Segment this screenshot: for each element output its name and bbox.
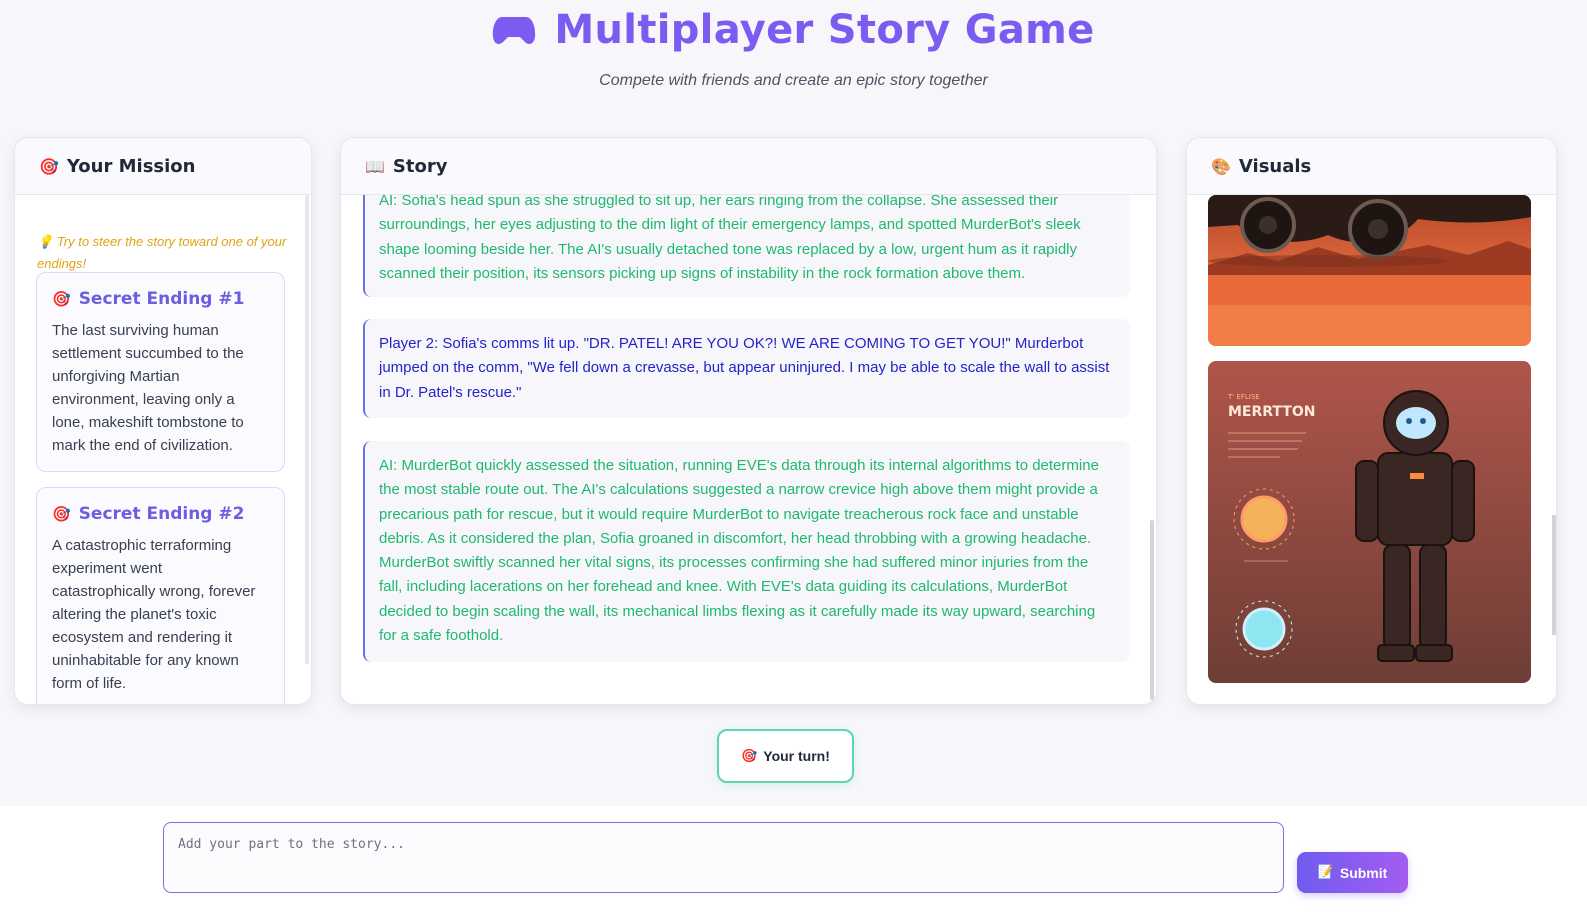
- story-entry-ai: AI: MurderBot quickly assessed the situa…: [363, 441, 1130, 662]
- turn-label: Your turn!: [763, 748, 830, 764]
- target-icon: 🎯: [52, 290, 71, 308]
- ending-text: The last surviving human settlement succ…: [52, 322, 244, 454]
- page-subtitle: Compete with friends and create an epic …: [599, 72, 988, 89]
- story-entry-text: Player 2: Sofia's comms lit up. "DR. PAT…: [379, 335, 1110, 401]
- memo-icon: 📝: [1317, 865, 1334, 880]
- robot-poster-image: MERRTTON T' EFLISE: [1208, 361, 1531, 683]
- poster-small-label: T' EFLISE: [1227, 393, 1260, 401]
- book-icon: 📖: [365, 156, 385, 176]
- poster-title: MERRTTON: [1228, 404, 1315, 420]
- visuals-heading: Visuals: [1238, 155, 1312, 177]
- story-input[interactable]: [163, 822, 1284, 893]
- story-heading: Story: [392, 155, 448, 177]
- visuals-header: 🎨 Visuals: [1187, 138, 1556, 195]
- mission-panel: 🎯 Your Mission 💡 Try to steer the story …: [14, 137, 312, 705]
- robot-poster-illustration: MERRTTON T' EFLISE: [1208, 361, 1531, 683]
- page-header: Multiplayer Story Game Compete with frie…: [0, 0, 1587, 90]
- ending-title: 🎯 Secret Ending #1: [52, 289, 269, 309]
- mission-header: 🎯 Your Mission: [15, 138, 311, 195]
- ending-title-text: Secret Ending #2: [78, 504, 245, 524]
- ending-card-2: 🎯 Secret Ending #2 A catastrophic terraf…: [36, 487, 285, 704]
- visuals-scrollbar[interactable]: [1552, 515, 1556, 635]
- visuals-panel: 🎨 Visuals MERRTTON T' EFLISE: [1186, 137, 1557, 705]
- story-entry-text: AI: Sofia's head spun as she struggled t…: [379, 195, 1081, 282]
- page-title: Multiplayer Story Game: [554, 7, 1095, 53]
- target-icon: 🎯: [52, 505, 71, 523]
- story-entry-ai: AI: Sofia's head spun as she struggled t…: [363, 195, 1130, 297]
- gamepad-icon: [493, 17, 536, 45]
- submit-button[interactable]: 📝 Submit: [1297, 852, 1408, 893]
- story-entry-text: AI: MurderBot quickly assessed the situa…: [379, 457, 1099, 645]
- ending-card-1: 🎯 Secret Ending #1 The last surviving hu…: [36, 272, 285, 472]
- story-panel: 📖 Story AI: Sofia's head spun as she str…: [340, 137, 1157, 705]
- title-row: Multiplayer Story Game: [0, 4, 1587, 56]
- story-entry-player: Player 2: Sofia's comms lit up. "DR. PAT…: [363, 319, 1130, 418]
- ending-title-text: Secret Ending #1: [78, 289, 245, 309]
- mission-hint-text: Try to steer the story toward one of you…: [37, 234, 287, 271]
- mission-hint: 💡 Try to steer the story toward one of y…: [37, 231, 287, 274]
- lightbulb-icon: 💡: [37, 235, 54, 250]
- turn-indicator: 🎯 Your turn!: [717, 729, 854, 783]
- mission-heading: Your Mission: [66, 155, 196, 177]
- story-scrollbar[interactable]: [1150, 520, 1154, 700]
- mission-scrollbar[interactable]: [305, 195, 309, 664]
- target-icon: 🎯: [39, 156, 59, 176]
- visuals-body[interactable]: MERRTTON T' EFLISE: [1187, 195, 1556, 704]
- input-bar: 📝 Submit: [0, 806, 1587, 915]
- target-icon: 🎯: [741, 748, 758, 764]
- ending-text: A catastrophic terraforming experiment w…: [52, 537, 256, 692]
- submit-label: Submit: [1339, 864, 1388, 881]
- mission-body[interactable]: 💡 Try to steer the story toward one of y…: [15, 195, 311, 704]
- story-header: 📖 Story: [341, 138, 1156, 195]
- mars-rover-image: [1208, 195, 1531, 346]
- story-body[interactable]: AI: Sofia's head spun as she struggled t…: [341, 195, 1156, 704]
- mars-rover-illustration: [1208, 195, 1531, 346]
- ending-title: 🎯 Secret Ending #2: [52, 504, 269, 524]
- palette-icon: 🎨: [1211, 156, 1231, 176]
